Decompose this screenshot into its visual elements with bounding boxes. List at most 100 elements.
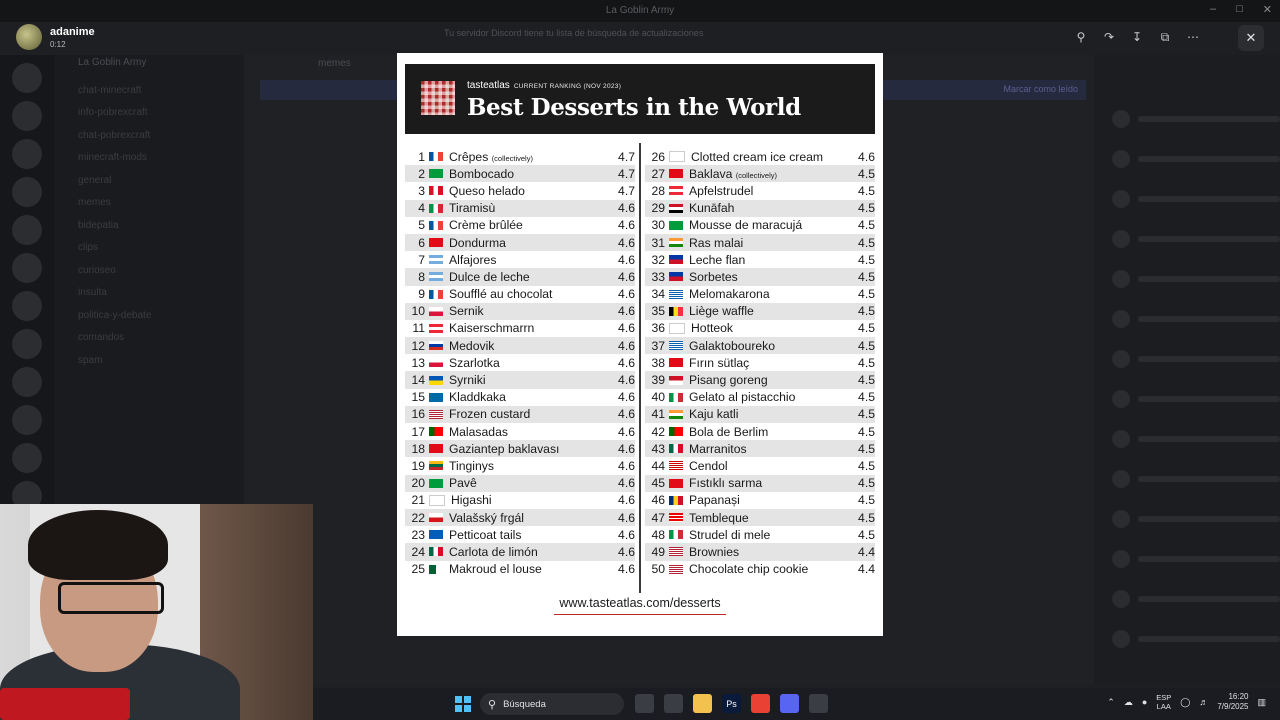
dessert-name-text: Soufflé au chocolat	[449, 287, 553, 302]
ranking-row: 46 Papanași 4.5	[645, 492, 875, 509]
dessert-name: Clotted cream ice cream	[691, 150, 845, 164]
uploader-name[interactable]: adanime	[50, 26, 95, 38]
channel-item[interactable]: memes	[54, 192, 244, 215]
rank-number: 20	[411, 476, 425, 491]
dessert-score: 4.5	[858, 304, 875, 319]
ranking-row: 6 Dondurma 4.6	[405, 233, 635, 252]
microphone-icon[interactable]: ●	[1142, 697, 1147, 707]
chevron-up-icon[interactable]: ⌃	[1107, 697, 1115, 708]
dessert-name-text: Crème brûlée	[449, 218, 523, 233]
channel-item[interactable]: minecraft-mods	[54, 147, 244, 170]
maximize-icon[interactable]: □	[1236, 3, 1243, 16]
channel-item[interactable]: politica-y-debate	[54, 304, 244, 327]
rank-number: 33	[651, 269, 665, 284]
dessert-name: Malasadas	[449, 425, 605, 439]
ranking-list-right: 26 Clotted cream ice cream 4.6 27 Baklava (c…	[645, 148, 875, 578]
dessert-name: Melomakarona	[689, 287, 845, 301]
ranking-row: 9 Soufflé au chocolat 4.6	[405, 286, 635, 303]
dessert-name-text: Marranitos	[689, 441, 747, 456]
open-external-icon[interactable]: ⧉	[1154, 26, 1176, 48]
dessert-name: Bombocado	[449, 167, 605, 181]
app-icon[interactable]	[664, 694, 683, 713]
photoshop-icon[interactable]: Ps	[722, 694, 741, 713]
flag-icon	[669, 272, 683, 282]
webcam-overlay	[0, 504, 313, 720]
dessert-name-text: Crêpes	[449, 149, 489, 164]
channel-item[interactable]: chat-pobrexcraft	[54, 124, 244, 147]
dessert-score: 4.5	[858, 218, 875, 233]
ranking-row: 22 Valašský frgál 4.6	[405, 508, 635, 527]
channel-item[interactable]: curioseo	[54, 259, 244, 282]
rank-number: 22	[411, 510, 425, 525]
flag-icon	[669, 151, 685, 163]
app-icon[interactable]	[809, 694, 828, 713]
close-viewer-button[interactable]: ✕	[1238, 25, 1264, 51]
rank-number: 41	[651, 407, 665, 422]
tasteatlas-logo-icon	[421, 81, 455, 115]
flag-icon	[669, 375, 683, 385]
notification-icon[interactable]: ▥	[1257, 697, 1266, 708]
channel-item[interactable]: insulta	[54, 282, 244, 305]
rank-number: 4	[418, 201, 425, 216]
ranking-row: 44 Cendol 4.5	[645, 457, 875, 474]
brand: tasteatlas CURRENT RANKING (NOV 2023)	[467, 80, 621, 91]
flag-icon	[429, 152, 443, 162]
rank-number: 14	[411, 373, 425, 388]
flag-icon	[669, 478, 683, 488]
flag-icon	[429, 323, 443, 333]
flag-icon	[669, 513, 683, 523]
cloud-icon[interactable]: ☁	[1124, 697, 1133, 708]
taskbar-search[interactable]: ⚲ Búsqueda	[480, 693, 624, 715]
lang-line2: LAA	[1156, 702, 1171, 711]
system-tray: ⌃ ☁ ● ESP LAA ◯ ♬ 16:20 7/9/2025 ▥	[1107, 692, 1266, 712]
channel-item[interactable]: info-pobrexcraft	[54, 102, 244, 125]
download-icon[interactable]: ↧	[1126, 26, 1148, 48]
ranking-row: 10 Sernik 4.6	[405, 302, 635, 320]
member-list	[1094, 55, 1280, 685]
chrome-icon[interactable]	[751, 694, 770, 713]
flag-icon	[429, 461, 443, 471]
dessert-name: Medovik	[449, 339, 605, 353]
dessert-name-text: Brownies	[689, 544, 740, 559]
dessert-name-text: Malasadas	[449, 424, 508, 439]
dessert-name-text: Syrniki	[449, 373, 486, 388]
rank-number: 6	[418, 235, 425, 250]
avatar[interactable]	[16, 24, 42, 50]
flag-icon	[669, 289, 683, 299]
rank-number: 32	[651, 252, 665, 267]
dessert-name-text: Bola de Berlim	[689, 424, 769, 439]
dessert-name-text: Fıstıklı sarma	[689, 476, 763, 491]
dessert-name: Papanași	[689, 493, 845, 507]
dessert-name: Petticoat tails	[449, 528, 605, 542]
task-view-icon[interactable]	[635, 694, 654, 713]
lang-line1: ESP	[1156, 693, 1172, 702]
mark-read-button[interactable]: Marcar como leído	[1003, 84, 1078, 94]
volume-icon[interactable]: ♬	[1199, 697, 1208, 707]
channel-item[interactable]: comandos	[54, 327, 244, 350]
clock[interactable]: 16:20 7/9/2025	[1217, 692, 1248, 712]
zoom-icon[interactable]: ⚲	[1070, 26, 1092, 48]
wifi-icon[interactable]: ◯	[1180, 697, 1190, 708]
dessert-score: 4.4	[858, 544, 875, 559]
channel-item[interactable]: general	[54, 169, 244, 192]
dessert-name-text: Ras malai	[689, 235, 744, 250]
dessert-score: 4.6	[618, 201, 635, 216]
file-explorer-icon[interactable]	[693, 694, 712, 713]
input-language[interactable]: ESP LAA	[1156, 693, 1171, 711]
forward-icon[interactable]: ↷	[1098, 26, 1120, 48]
discord-icon[interactable]	[780, 694, 799, 713]
windows-start-icon[interactable]	[455, 696, 471, 712]
flag-icon	[429, 478, 443, 488]
more-icon[interactable]: ⋯	[1182, 26, 1204, 48]
flag-icon	[429, 255, 443, 265]
rank-number: 45	[651, 476, 665, 491]
channel-item[interactable]: bidepatia	[54, 214, 244, 237]
minimize-icon[interactable]: –	[1210, 3, 1216, 16]
close-window-icon[interactable]: ✕	[1263, 3, 1272, 16]
rank-number: 43	[651, 441, 665, 456]
channel-item[interactable]: spam	[54, 349, 244, 372]
dessert-score: 4.6	[618, 321, 635, 336]
channel-item[interactable]: chat-minecraft	[54, 79, 244, 102]
channel-item[interactable]: clips	[54, 237, 244, 260]
flag-icon	[669, 358, 683, 368]
